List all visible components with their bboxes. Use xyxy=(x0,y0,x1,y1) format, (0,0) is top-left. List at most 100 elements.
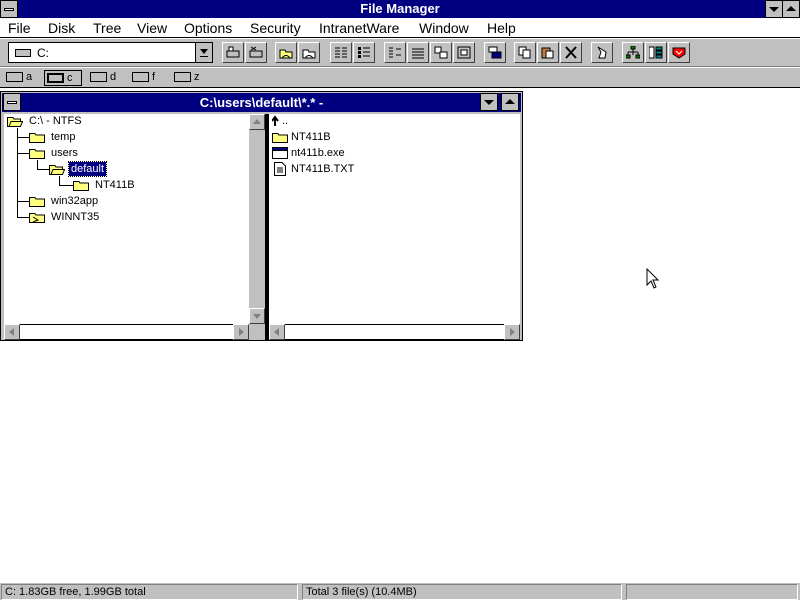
chevron-left-icon xyxy=(9,328,14,336)
scroll-right-button[interactable] xyxy=(504,324,520,340)
drive-f-label: f xyxy=(152,71,156,83)
help-button[interactable] xyxy=(668,42,690,63)
directory-window: C:\users\default\*.* - C:\ - NTFS temp u… xyxy=(0,91,523,341)
scroll-left-button[interactable] xyxy=(4,324,20,340)
stop-sharing-icon xyxy=(302,49,316,59)
share-as-icon xyxy=(279,49,293,59)
paste-button[interactable] xyxy=(537,42,559,63)
drive-d-label: d xyxy=(110,71,117,83)
menu-help[interactable]: Help xyxy=(487,20,516,36)
maximize-button[interactable] xyxy=(782,0,800,18)
tree-node-label: win32app xyxy=(51,195,99,207)
file-horizontal-scrollbar[interactable] xyxy=(269,324,520,340)
connect-network-drive-icon xyxy=(226,46,240,58)
window-maximize-button[interactable] xyxy=(501,93,519,111)
tree-node-label: temp xyxy=(51,131,76,143)
tree-vertical-scrollbar[interactable] xyxy=(249,114,265,324)
tree-node-label: C:\ - NTFS xyxy=(29,115,82,127)
new-window-button[interactable] xyxy=(484,42,506,63)
drive-select[interactable]: C: xyxy=(8,42,213,63)
delete-button[interactable] xyxy=(560,42,582,63)
directory-window-title: C:\users\default\*.* - xyxy=(199,95,324,110)
drive-z[interactable]: z xyxy=(172,70,206,86)
folder-icon xyxy=(29,197,45,207)
menu-security[interactable]: Security xyxy=(250,20,301,36)
app-title: File Manager xyxy=(360,1,440,16)
list-icon xyxy=(389,47,401,58)
menu-options[interactable]: Options xyxy=(184,20,232,36)
tree-icon xyxy=(649,46,663,59)
scroll-left-button[interactable] xyxy=(269,324,285,340)
scroll-down-button[interactable] xyxy=(249,308,265,324)
tree-horizontal-scrollbar[interactable] xyxy=(4,324,249,340)
details-icon xyxy=(412,48,424,59)
program-file-icon xyxy=(272,147,288,159)
menu-intranetware[interactable]: IntranetWare xyxy=(319,20,399,36)
menu-bar: File Disk Tree View Options Security Int… xyxy=(0,18,800,38)
drive-d[interactable]: d xyxy=(88,70,122,86)
details-button[interactable] xyxy=(407,42,429,63)
file-list-pane[interactable]: .. NT411B nt411b.exe NT411B.TXT xyxy=(269,114,520,324)
tree-button[interactable] xyxy=(645,42,667,63)
properties-button[interactable] xyxy=(591,42,613,63)
folder-icon xyxy=(73,181,89,191)
tree-node-label: WINNT35 xyxy=(51,211,100,223)
open-folder-icon xyxy=(7,117,23,127)
copy-button[interactable] xyxy=(514,42,536,63)
chevron-down-icon xyxy=(253,314,261,319)
network-button[interactable] xyxy=(622,42,644,63)
file-item-label: NT411B xyxy=(291,131,331,143)
menu-file[interactable]: File xyxy=(8,20,31,36)
menu-disk[interactable]: Disk xyxy=(48,20,75,36)
file-item-label: .. xyxy=(282,115,289,127)
menu-tree[interactable]: Tree xyxy=(93,20,121,36)
drive-f[interactable]: f xyxy=(130,70,164,86)
chevron-left-icon xyxy=(274,328,279,336)
drive-c[interactable]: c xyxy=(44,70,82,86)
network-drive-icon xyxy=(132,72,149,82)
chevron-up-icon xyxy=(253,119,261,124)
minimize-button[interactable] xyxy=(765,0,783,18)
list-button[interactable] xyxy=(384,42,406,63)
large-icons-button[interactable] xyxy=(330,42,352,63)
stop-sharing-button[interactable] xyxy=(298,42,320,63)
status-empty-panel xyxy=(626,584,798,600)
copy-icon xyxy=(518,46,531,59)
app-title-bar: File Manager xyxy=(0,0,800,18)
drive-bar: a c d f z xyxy=(0,68,800,88)
tree-node-label: NT411B xyxy=(95,179,135,191)
small-icons-button[interactable] xyxy=(353,42,375,63)
delete-icon xyxy=(565,46,577,59)
drive-a-label: a xyxy=(26,71,33,83)
menu-view[interactable]: View xyxy=(137,20,167,36)
share-as-button[interactable] xyxy=(275,42,297,63)
sort-by-type-icon xyxy=(457,46,471,59)
scroll-up-button[interactable] xyxy=(249,114,265,130)
sort-by-type-button[interactable] xyxy=(453,42,475,63)
large-icons-icon xyxy=(335,47,347,58)
hard-drive-icon xyxy=(15,49,31,57)
file-item-label: NT411B.TXT xyxy=(291,163,355,175)
help-icon xyxy=(672,47,686,59)
drive-a[interactable]: a xyxy=(4,70,38,86)
cdrom-drive-icon xyxy=(90,72,107,82)
file-item-label: nt411b.exe xyxy=(291,147,345,159)
sort-by-name-button[interactable] xyxy=(430,42,452,63)
paste-icon xyxy=(541,47,554,59)
scroll-right-button[interactable] xyxy=(233,324,249,340)
directory-tree-pane[interactable]: C:\ - NTFS temp users default NT411B win… xyxy=(4,114,249,324)
open-folder-icon xyxy=(49,165,65,175)
drive-select-value: C: xyxy=(37,46,49,60)
network-icon xyxy=(626,46,640,59)
menu-window[interactable]: Window xyxy=(419,20,469,36)
drive-c-label: c xyxy=(67,72,73,84)
folder-icon xyxy=(29,149,45,159)
folder-icon xyxy=(272,133,288,143)
window-minimize-button[interactable] xyxy=(480,93,498,111)
connect-network-drive-button[interactable] xyxy=(222,42,244,63)
hard-drive-icon xyxy=(47,73,64,83)
drive-dropdown-button[interactable] xyxy=(195,43,212,62)
sort-by-name-icon xyxy=(434,46,448,59)
tree-node-label: default xyxy=(67,161,108,177)
disconnect-network-drive-button[interactable] xyxy=(245,42,267,63)
